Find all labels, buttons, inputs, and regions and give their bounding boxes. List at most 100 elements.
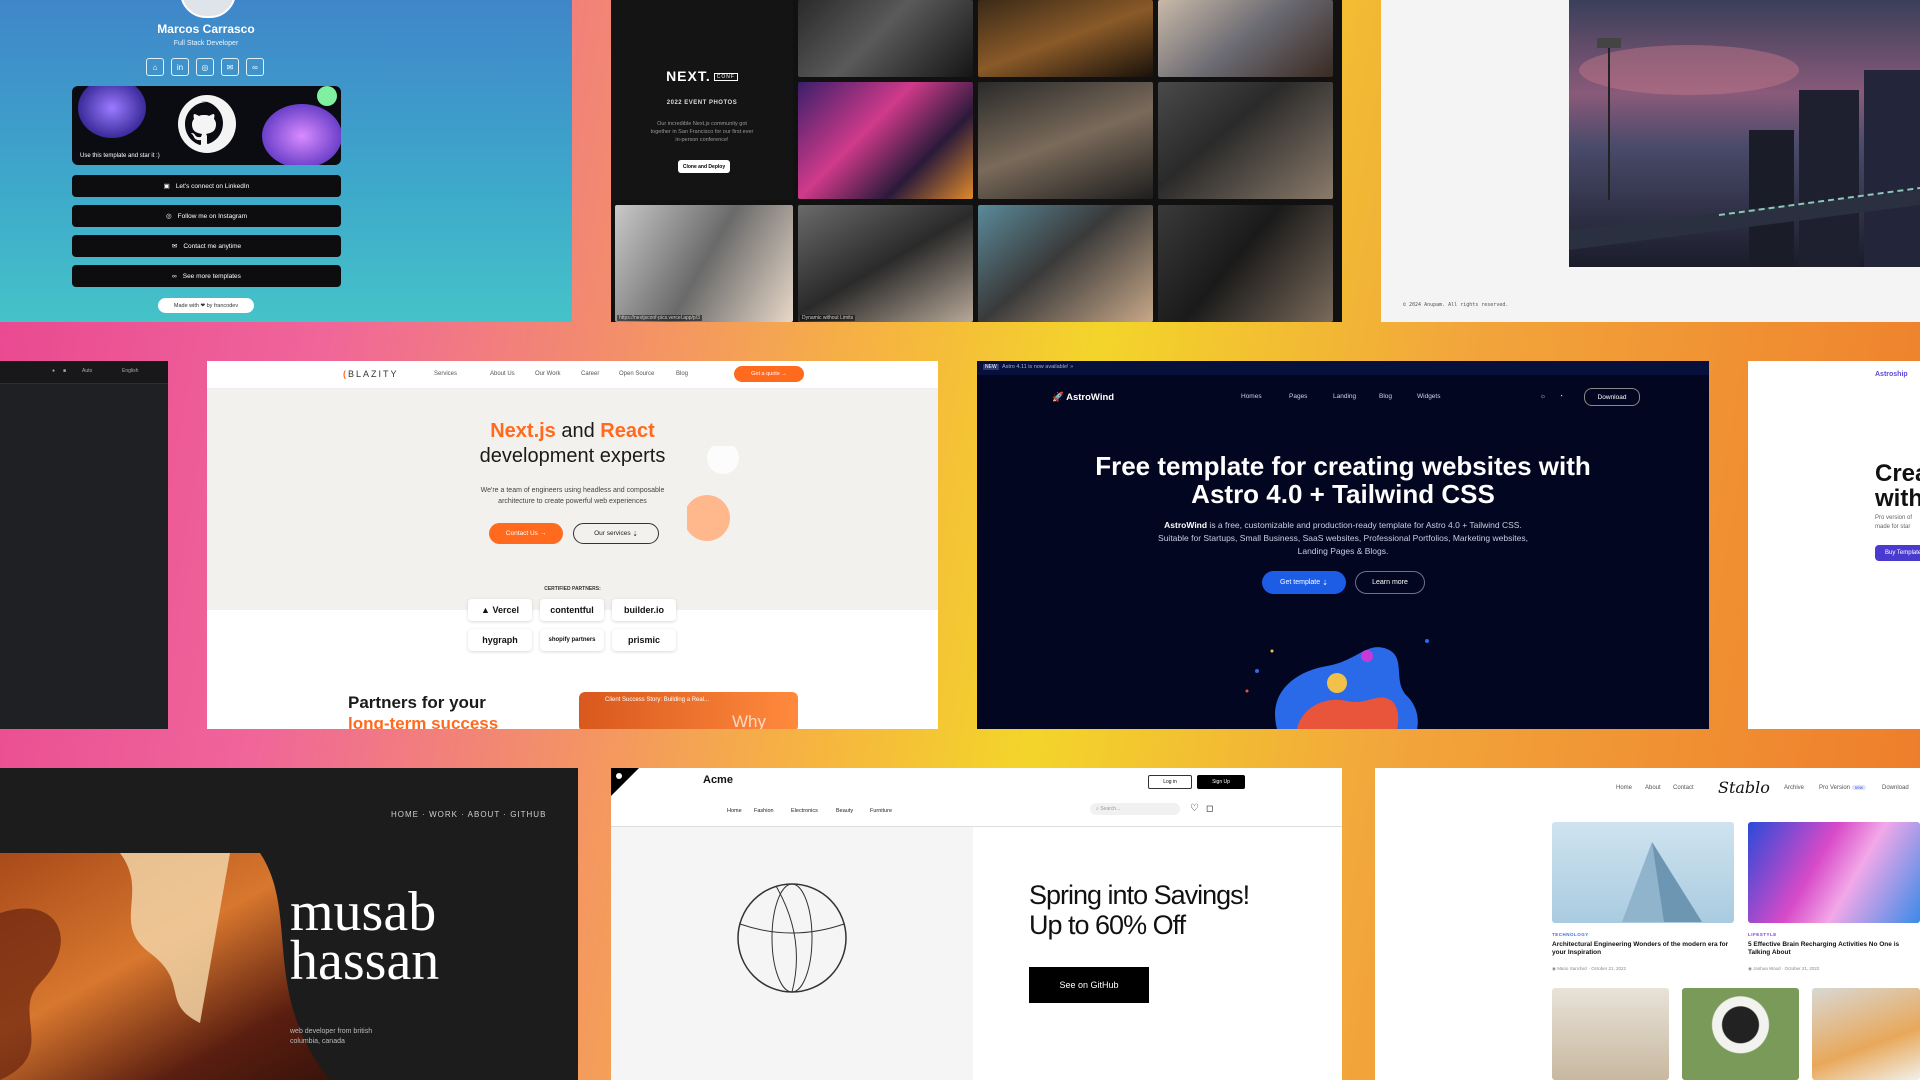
astroship-logo[interactable]: Astroship xyxy=(1875,371,1908,378)
post-title[interactable]: Architectural Engineering Wonders of the… xyxy=(1552,941,1734,957)
acme-logo-icon[interactable] xyxy=(611,768,639,796)
hygraph-logo: hygraph xyxy=(468,629,532,651)
clone-deploy-button[interactable]: Clone and Deploy xyxy=(678,160,730,173)
signup-button[interactable]: Sign Up xyxy=(1197,775,1245,789)
nav-electronics[interactable]: Electronics xyxy=(791,808,818,814)
linktree-preview[interactable]: Marcos Carrasco Full Stack Developer ⌂ i… xyxy=(0,0,572,322)
our-services-button[interactable]: Our services ⇣ xyxy=(573,523,659,544)
announcement-text[interactable]: Astro 4.11 is now available! » xyxy=(1002,364,1073,370)
video-thumbnail[interactable]: Client Success Story: Building a Real...… xyxy=(579,692,798,729)
astrowind-logo[interactable]: 🚀 AstroWind xyxy=(1052,392,1114,403)
acme-store-preview[interactable]: Acme Log in Sign Up Home Fashion Electro… xyxy=(611,768,1342,1080)
nav-archive[interactable]: Archive xyxy=(1784,785,1804,791)
post-image-coffee[interactable] xyxy=(1682,988,1799,1080)
nav-blog[interactable]: Blog xyxy=(1379,393,1392,400)
theme-toggle-icon[interactable]: ☼ xyxy=(1540,393,1546,400)
nav-beauty[interactable]: Beauty xyxy=(836,808,853,814)
nav-career[interactable]: Career xyxy=(581,371,599,377)
nav-blog[interactable]: Blog xyxy=(676,371,688,377)
link-icon[interactable]: ∞ xyxy=(246,58,264,76)
nav-pro-version[interactable]: Pro Version new xyxy=(1819,785,1866,791)
nav-open-source[interactable]: Open Source xyxy=(619,371,654,377)
blazity-logo[interactable]: (BLAZITY xyxy=(343,369,399,379)
dark-docs-preview[interactable]: ● ■ Auto English xyxy=(0,361,168,729)
event-photo[interactable] xyxy=(978,0,1153,77)
login-button[interactable]: Log in xyxy=(1148,775,1192,789)
post-image-architecture[interactable] xyxy=(1552,822,1734,923)
personal-portfolio-preview[interactable]: HOME · WORK · ABOUT · GITHUB musab hassan… xyxy=(0,768,578,1080)
portfolio-name: musab hassan xyxy=(290,881,440,992)
nav-contact[interactable]: Contact xyxy=(1673,785,1694,791)
buy-template-button[interactable]: Buy Template xyxy=(1875,545,1920,561)
instagram-link-button[interactable]: ◎ Follow me on Instagram xyxy=(72,205,341,227)
video-word: Why xyxy=(732,712,766,729)
social-icons: ⌂ in ◎ ✉ ∞ xyxy=(146,58,264,76)
portfolio-nav[interactable]: HOME · WORK · ABOUT · GITHUB xyxy=(391,810,546,819)
post-image-abstract[interactable] xyxy=(1748,822,1920,923)
discord-icon[interactable]: ■ xyxy=(63,368,66,374)
contact-us-button[interactable]: Contact Us → xyxy=(489,523,563,544)
contact-link-button[interactable]: ✉ Contact me anytime xyxy=(72,235,341,257)
stablo-logo[interactable]: Stablo xyxy=(1718,778,1770,797)
nav-furniture[interactable]: Furniture xyxy=(870,808,892,814)
announcement-bar[interactable]: NEW Astro 4.11 is now available! » xyxy=(977,361,1709,375)
post-title[interactable]: 5 Effective Brain Recharging Activities … xyxy=(1748,941,1920,957)
profile-name: Marcos Carrasco xyxy=(157,22,255,36)
nav-widgets[interactable]: Widgets xyxy=(1417,393,1440,400)
templates-link-button[interactable]: ∞ See more templates xyxy=(72,265,341,287)
rss-icon[interactable]: ◔ xyxy=(1559,393,1563,400)
event-photo[interactable] xyxy=(978,82,1153,199)
linkedin-link-button[interactable]: ▣ Let's connect on LinkedIn xyxy=(72,175,341,197)
nav-about[interactable]: About xyxy=(1645,785,1661,791)
mail-icon[interactable]: ✉ xyxy=(221,58,239,76)
language-select[interactable]: English xyxy=(122,368,138,374)
astrowind-preview[interactable]: NEW Astro 4.11 is now available! » 🚀 Ast… xyxy=(977,361,1709,729)
search-input[interactable]: ⌕ Search... xyxy=(1090,803,1180,815)
nav-about[interactable]: About Us xyxy=(490,371,515,377)
event-photos-preview[interactable]: NEXT. CONF 2022 EVENT PHOTOS Our incredib… xyxy=(611,0,1342,322)
video-title: Client Success Story: Building a Real... xyxy=(605,697,710,703)
github-icon[interactable]: ● xyxy=(52,368,55,374)
see-on-github-button[interactable]: See on GitHub xyxy=(1029,967,1149,1003)
instagram-icon[interactable]: ◎ xyxy=(196,58,214,76)
event-photo[interactable] xyxy=(798,0,973,77)
astroship-preview[interactable]: Astroship Creawith Pro version ofmade fo… xyxy=(1748,361,1920,729)
cart-icon[interactable]: ◻ xyxy=(1206,803,1213,814)
event-photo[interactable] xyxy=(798,82,973,199)
nav-homes[interactable]: Homes xyxy=(1241,393,1262,400)
get-template-button[interactable]: Get template ⇣ xyxy=(1262,571,1346,594)
learn-more-button[interactable]: Learn more xyxy=(1355,571,1425,594)
event-photo[interactable]: https://nextjsconf-pics.vercel.app/p/3 xyxy=(615,205,793,322)
acme-brand[interactable]: Acme xyxy=(703,774,733,786)
event-photo[interactable]: Dynamic without Limits xyxy=(798,205,973,322)
blazity-preview[interactable]: (BLAZITY Services About Us Our Work Care… xyxy=(207,361,938,729)
post-image-interior[interactable] xyxy=(1552,988,1669,1080)
post-category[interactable]: TECHNOLOGY xyxy=(1552,932,1589,937)
event-photo[interactable] xyxy=(1158,82,1333,199)
nav-landing[interactable]: Landing xyxy=(1333,393,1356,400)
nav-work[interactable]: Our Work xyxy=(535,371,561,377)
nav-fashion[interactable]: Fashion xyxy=(754,808,774,814)
stablo-blog-preview[interactable]: Home About Contact Stablo Archive Pro Ve… xyxy=(1375,768,1920,1080)
city-sunset-photo[interactable] xyxy=(1569,0,1920,267)
nav-download[interactable]: Download xyxy=(1882,785,1909,791)
get-quote-button[interactable]: Get a quote → xyxy=(734,366,804,382)
event-photo[interactable] xyxy=(978,205,1153,322)
made-with-badge[interactable]: Made with ❤ by francodev xyxy=(158,298,254,313)
event-photo[interactable] xyxy=(1158,0,1333,77)
theme-select[interactable]: Auto xyxy=(82,368,92,374)
github-banner[interactable]: Use this template and star it :) xyxy=(72,86,341,165)
event-photo[interactable] xyxy=(1158,205,1333,322)
download-button[interactable]: Download xyxy=(1584,388,1640,406)
store-header: Acme Log in Sign Up Home Fashion Electro… xyxy=(611,768,1342,827)
github-icon[interactable]: ⌂ xyxy=(146,58,164,76)
nav-home[interactable]: Home xyxy=(727,808,742,814)
heart-icon[interactable]: ♡ xyxy=(1190,803,1199,814)
post-category[interactable]: LIFESTYLE xyxy=(1748,932,1777,937)
nav-services[interactable]: Services xyxy=(434,371,457,377)
nav-home[interactable]: Home xyxy=(1616,785,1632,791)
photo-portfolio-preview[interactable]: © 2024 Anupam. All rights reserved. xyxy=(1381,0,1920,322)
nav-pages[interactable]: Pages xyxy=(1289,393,1307,400)
post-image-food[interactable] xyxy=(1812,988,1920,1080)
linkedin-icon[interactable]: in xyxy=(171,58,189,76)
